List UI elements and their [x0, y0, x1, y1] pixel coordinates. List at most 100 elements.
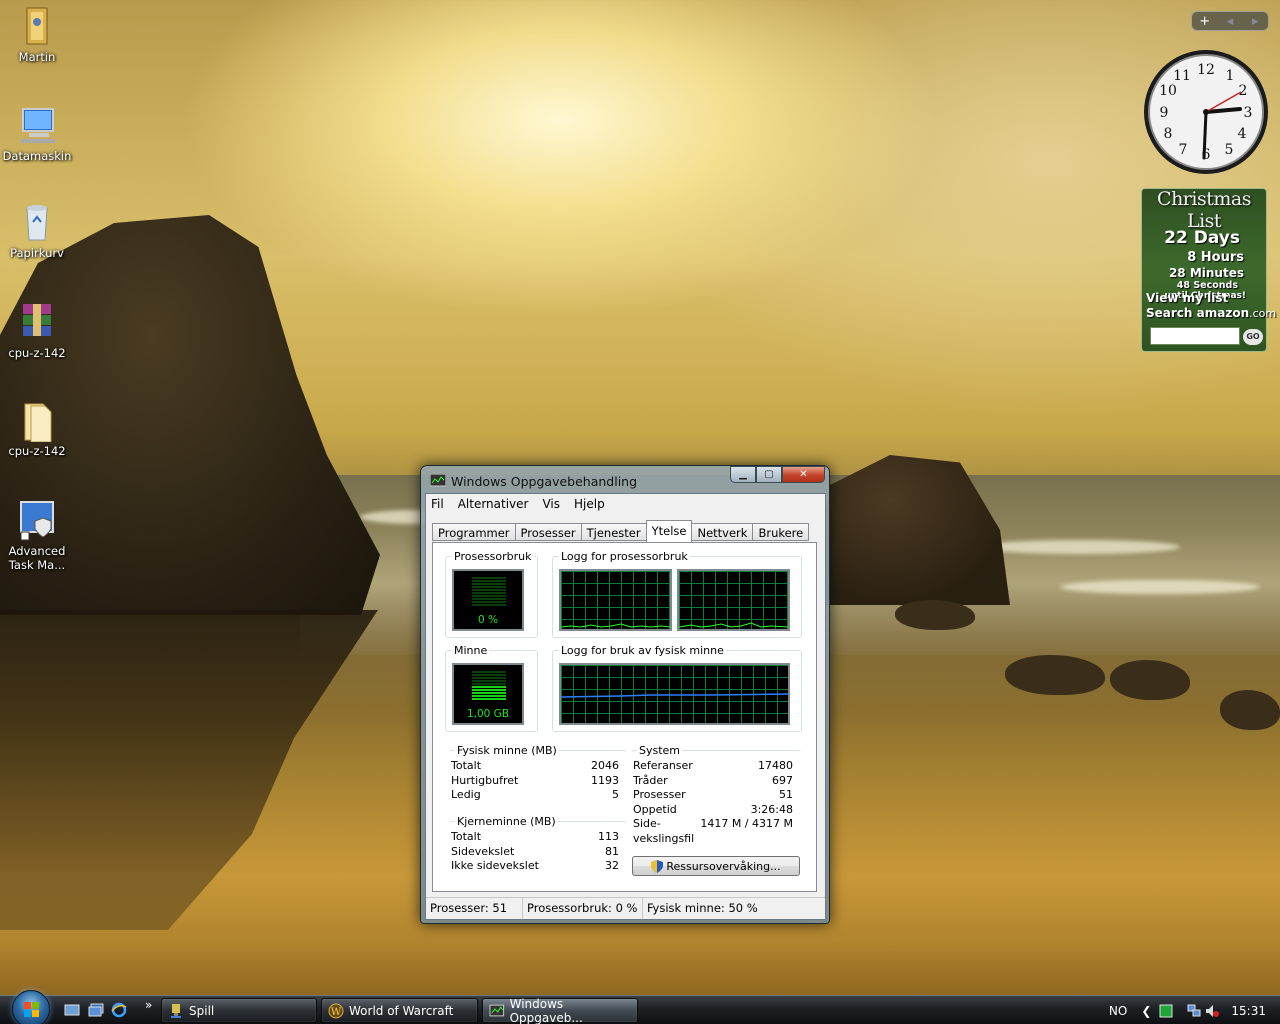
volume-muted-icon[interactable] [1205, 1004, 1220, 1018]
desktop-icon-recycle-bin[interactable]: Papirkurv [2, 200, 72, 260]
svg-text:11: 11 [1173, 68, 1191, 84]
stat-row: Prosesser 51 [633, 788, 793, 801]
resource-monitor-button[interactable]: Ressursovervåking... [632, 856, 800, 876]
go-button[interactable]: GO [1243, 329, 1263, 345]
tab-services[interactable]: Tjenester [580, 523, 646, 541]
show-desktop-button[interactable] [64, 1002, 80, 1018]
taskbar-button-spill[interactable]: Spill [161, 998, 317, 1023]
add-gadget-button[interactable]: + [1192, 14, 1217, 29]
desktop-icon-label: Martin [18, 50, 56, 64]
memory-history-group: Logg for bruk av fysisk minne [552, 644, 802, 732]
memory-group: Minne 1,00 GB [445, 644, 538, 732]
physical-memory-stats: Totalt 2046 Hurtigbufret 1193 Ledig 5 [451, 759, 619, 803]
task-manager-shortcut-icon [15, 498, 59, 542]
desktop-icon-label: Advanced Task Ma... [8, 544, 66, 572]
memory-meter-value: 1,00 GB [466, 708, 510, 720]
memory-meter-fill [472, 686, 506, 701]
countdown-seconds: 48 Seconds [1176, 280, 1238, 291]
tab-performance[interactable]: Ytelse [645, 520, 693, 542]
language-indicator[interactable]: NO [1109, 1004, 1127, 1018]
tray-clock[interactable]: 15:31 [1231, 1004, 1266, 1018]
performance-panel: Prosessorbruk 0 % Logg for prosessorbruk… [432, 542, 817, 892]
taskbar-button-task-manager[interactable]: Windows Oppgaveb... [482, 997, 638, 1024]
computer-icon [15, 103, 59, 147]
world-of-warcraft-icon: W [328, 1003, 344, 1018]
status-processes: Prosesser: 51 [426, 898, 523, 919]
svg-text:9: 9 [1160, 105, 1169, 121]
physical-memory-title: Fysisk minne (MB) [455, 744, 559, 757]
maximize-button[interactable]: ▢ [756, 466, 782, 483]
previous-page-button[interactable]: ◂ [1217, 14, 1242, 29]
menu-view[interactable]: Vis [542, 497, 560, 511]
stat-row: Ledig 5 [451, 788, 619, 801]
menu-file[interactable]: Fil [431, 497, 444, 511]
tab-users[interactable]: Brukere [752, 523, 810, 541]
desktop-icon-cpuz-folder[interactable]: cpu-z-142 [2, 398, 72, 458]
taskbar: » Spill W World of Warcraft Windows Oppg… [0, 990, 1280, 1024]
cpu-meter-bars [472, 577, 506, 607]
switch-windows-button[interactable] [88, 1002, 104, 1018]
desktop-icon-martin[interactable]: Martin [2, 4, 72, 64]
quick-launch-overflow[interactable]: » [145, 998, 152, 1012]
tab-processes[interactable]: Prosesser [514, 523, 581, 541]
desktop-icon-label: cpu-z-142 [8, 444, 66, 458]
green-app-tray-icon[interactable] [1159, 1004, 1173, 1018]
amazon-search-label: Search amazon.com [1146, 306, 1277, 320]
window-title: Windows Oppgavebehandling [451, 473, 638, 489]
desktop-icon-cpuz-archive[interactable]: cpu-z-142 [2, 300, 72, 360]
stat-row: Totalt 113 [451, 830, 619, 843]
winrar-archive-icon [15, 300, 59, 344]
stat-row: Tråder 697 [633, 773, 793, 787]
minimize-button[interactable]: ▁ [730, 466, 756, 483]
windows-logo-icon [24, 1002, 39, 1017]
svg-text:W: W [331, 1007, 342, 1018]
stat-row: Totalt 2046 [451, 759, 619, 772]
desktop-icon-computer[interactable]: Datamaskin [2, 103, 72, 163]
svg-text:3: 3 [1244, 105, 1253, 121]
user-folder-icon [15, 4, 59, 48]
clock-face-icon: 12 12 345 678 91011 [1144, 50, 1268, 174]
recycle-bin-icon [15, 200, 59, 244]
tab-networking[interactable]: Nettverk [692, 523, 753, 541]
taskbar-button-wow[interactable]: W World of Warcraft [321, 998, 478, 1023]
countdown-hours: 8 Hours [1187, 250, 1244, 265]
rock [1005, 655, 1105, 695]
stat-row: Ikke sidevekslet 32 [451, 859, 619, 872]
svg-text:1: 1 [1226, 68, 1235, 84]
close-button[interactable]: ✕ [782, 466, 825, 483]
cpu-history-label: Logg for prosessorbruk [559, 550, 690, 563]
desktop-icon-advanced-task-manager[interactable]: Advanced Task Ma... [2, 498, 72, 572]
memory-history-label: Logg for bruk av fysisk minne [559, 644, 726, 657]
svg-text:8: 8 [1164, 126, 1173, 142]
title-bar[interactable]: Windows Oppgavebehandling [430, 470, 637, 492]
memory-meter: 1,00 GB [452, 663, 524, 725]
minimize-icon: ▁ [739, 469, 747, 480]
cpu-history-graph-core-1 [559, 569, 672, 631]
stat-row: vekslingsfil [633, 831, 695, 845]
tray-expand-icon[interactable]: ❮ [1141, 1004, 1151, 1018]
christmas-list-title: Christmas List [1157, 188, 1251, 232]
status-cpu: Prosessorbruk: 0 % [523, 898, 643, 919]
cpu-history-graph-core-2 [677, 569, 790, 631]
cpu-meter: 0 % [452, 569, 524, 631]
next-page-button[interactable]: ▸ [1243, 14, 1268, 29]
physical-memory-group: Fysisk minne (MB) Totalt 2046 Hurtigbufre… [449, 744, 627, 806]
system-group: System Referanser 17480 Tråder 697 Prosess… [631, 744, 801, 850]
countdown-minutes: 28 Minutes [1168, 266, 1244, 280]
menu-options[interactable]: Alternativer [458, 497, 529, 511]
cpu-usage-label: Prosessorbruk [452, 550, 534, 563]
rock [1220, 690, 1280, 730]
start-button[interactable] [12, 990, 50, 1024]
clock-gadget[interactable]: 12 1 2 345 678 9 10 11 [1142, 48, 1270, 176]
system-tray: NO ❮ 15:31 [1109, 996, 1280, 1024]
wave [980, 540, 1180, 554]
amazon-search-input[interactable] [1150, 327, 1240, 345]
svg-text:10: 10 [1159, 83, 1177, 99]
menu-help[interactable]: Hjelp [574, 497, 605, 511]
internet-explorer-button[interactable] [111, 1002, 127, 1018]
games-icon [171, 1003, 181, 1018]
tab-applications[interactable]: Programmer [432, 523, 515, 541]
cpu-meter-value: 0 % [478, 614, 498, 626]
view-my-list-link[interactable]: View my list [1146, 291, 1228, 305]
network-icon[interactable] [1187, 1004, 1201, 1018]
